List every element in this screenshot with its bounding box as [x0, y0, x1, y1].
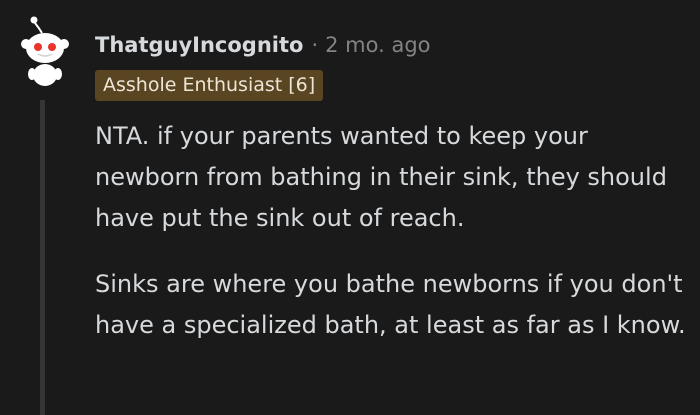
snoo-avatar-icon: [21, 16, 69, 86]
avatar[interactable]: [15, 16, 75, 88]
comment-meta: ThatguyIncognito · 2 mo. ago: [95, 30, 431, 60]
comment-body: NTA. if your parents wanted to keep your…: [95, 116, 690, 371]
comment-paragraph: Sinks are where you bathe newborns if yo…: [95, 270, 686, 339]
separator-dot: ·: [311, 33, 319, 57]
username-link[interactable]: ThatguyIncognito: [95, 33, 303, 57]
comment-paragraph: NTA. if your parents wanted to keep your…: [95, 122, 667, 232]
thread-line[interactable]: [40, 100, 45, 415]
timestamp[interactable]: 2 mo. ago: [325, 33, 430, 57]
comment: ThatguyIncognito · 2 mo. ago Asshole Ent…: [0, 0, 700, 415]
user-flair: Asshole Enthusiast [6]: [95, 70, 324, 101]
